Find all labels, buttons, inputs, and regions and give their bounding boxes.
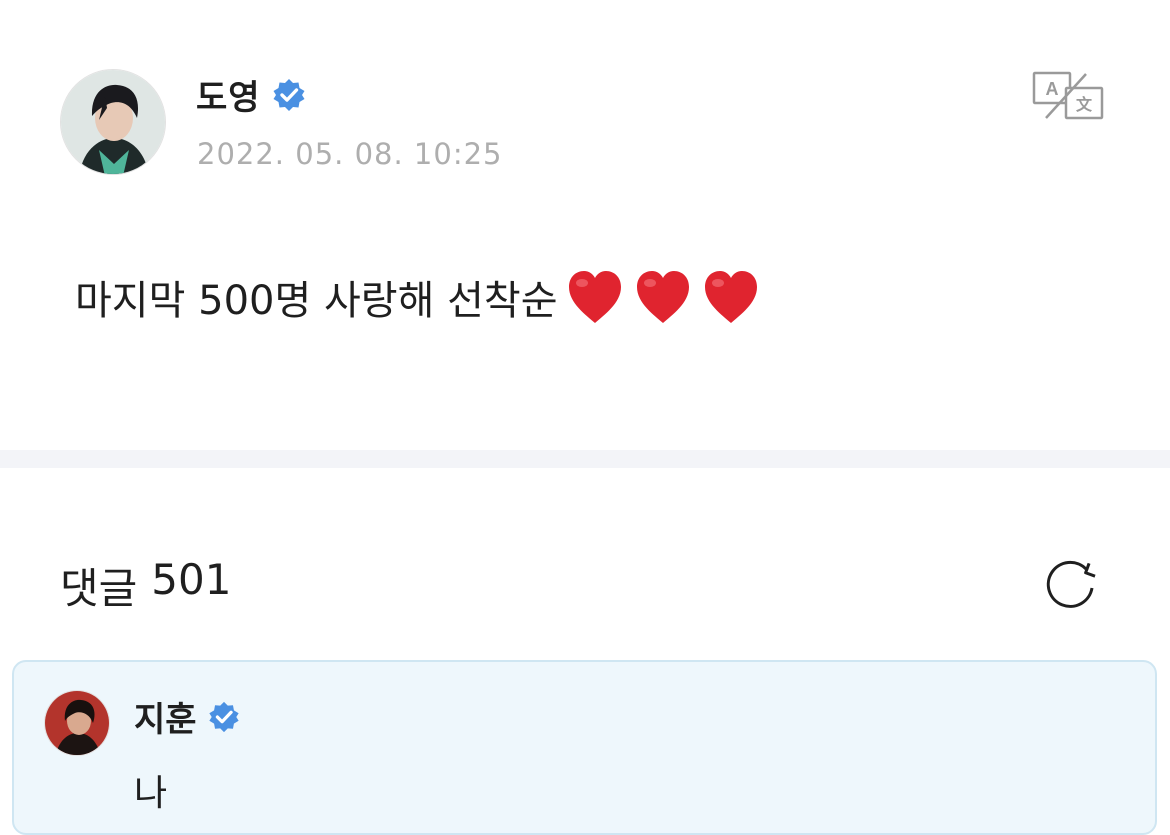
svg-text:A: A bbox=[1046, 79, 1059, 99]
author-name[interactable]: 도영 bbox=[196, 70, 261, 119]
comments-header: 댓글 501 bbox=[60, 555, 231, 616]
post-text: 마지막 500명 사랑해 선착순 bbox=[75, 278, 558, 324]
comment-text: 나 bbox=[134, 773, 168, 814]
heart-icon bbox=[636, 271, 689, 323]
heart-icon bbox=[568, 271, 621, 323]
post-body: 마지막 500명 사랑해 선착순 bbox=[75, 268, 770, 326]
refresh-icon[interactable] bbox=[1038, 552, 1102, 616]
comment-item[interactable]: 지훈 나 bbox=[12, 660, 1157, 835]
heart-emojis bbox=[566, 269, 770, 325]
post: 도영 2022. 05. 08. 10:25 A 文 마지막 500명 사랑해 … bbox=[0, 0, 1170, 450]
comments-label: 댓글 bbox=[60, 564, 138, 613]
author-row: 도영 bbox=[196, 70, 307, 119]
comment-author-name[interactable]: 지훈 bbox=[134, 692, 197, 741]
post-timestamp: 2022. 05. 08. 10:25 bbox=[197, 137, 503, 171]
verified-badge-icon bbox=[273, 78, 305, 111]
comment-author-row: 지훈 bbox=[134, 692, 241, 741]
verified-badge-icon bbox=[208, 701, 239, 732]
svg-text:文: 文 bbox=[1076, 95, 1093, 114]
heart-icon bbox=[704, 271, 757, 323]
author-avatar[interactable] bbox=[60, 69, 166, 175]
comment-author-avatar[interactable] bbox=[44, 690, 110, 756]
section-divider bbox=[0, 450, 1170, 468]
comments-count: 501 bbox=[151, 555, 232, 604]
translate-icon[interactable]: A 文 bbox=[1030, 70, 1106, 122]
